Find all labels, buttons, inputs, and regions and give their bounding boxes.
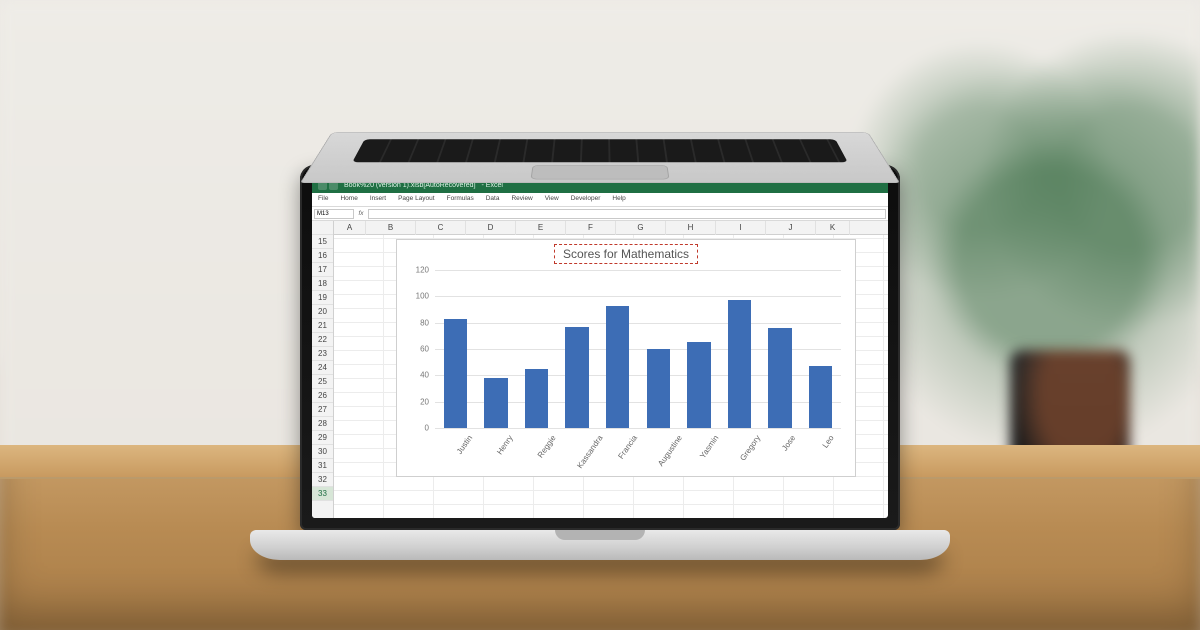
chart-title[interactable]: Scores for Mathematics [554, 244, 698, 264]
row-header-24[interactable]: 24 [312, 361, 333, 375]
ribbon-tab-view[interactable]: View [539, 193, 565, 206]
bar-jose[interactable] [768, 328, 792, 428]
laptop-lid: Book%20 (version 1).xlsb[AutoRecovered] … [300, 165, 900, 530]
ribbon-tab-data[interactable]: Data [480, 193, 506, 206]
ytick-100: 100 [416, 292, 429, 301]
col-header-C[interactable]: C [416, 221, 466, 235]
worksheet[interactable]: 15161718192021222324252627282930313233 A… [312, 221, 888, 518]
xlabel-justin: Justin [455, 434, 474, 456]
xlabel-leo: Leo [821, 434, 836, 450]
row-headers[interactable]: 15161718192021222324252627282930313233 [312, 221, 334, 518]
xlabel-yasmin: Yasmin [698, 434, 720, 461]
bar-leo[interactable] [809, 366, 833, 428]
excel-window: Book%20 (version 1).xlsb[AutoRecovered] … [312, 177, 888, 518]
name-box-value: M13 [317, 211, 329, 217]
ribbon-tab-help[interactable]: Help [606, 193, 631, 206]
row-header-27[interactable]: 27 [312, 403, 333, 417]
ribbon-tabs: FileHomeInsertPage LayoutFormulasDataRev… [312, 193, 888, 207]
formula-input[interactable] [368, 209, 886, 219]
row-header-32[interactable]: 32 [312, 473, 333, 487]
row-header-33[interactable]: 33 [312, 487, 333, 501]
bar-augustine[interactable] [647, 349, 671, 428]
col-header-H[interactable]: H [666, 221, 716, 235]
col-header-I[interactable]: I [716, 221, 766, 235]
row-header-28[interactable]: 28 [312, 417, 333, 431]
row-header-16[interactable]: 16 [312, 249, 333, 263]
plot-area[interactable] [435, 270, 841, 428]
row-header-26[interactable]: 26 [312, 389, 333, 403]
y-axis-labels: 020406080100120 [401, 270, 431, 428]
grid-area[interactable]: ABCDEFGHIJK Scores for Mathematics 0 20 40… [334, 221, 888, 518]
keyboard [352, 139, 848, 162]
laptop-base [250, 530, 950, 560]
row-header-30[interactable]: 30 [312, 445, 333, 459]
xlabel-francia: Francia [617, 434, 640, 461]
ytick-20: 20 [420, 397, 429, 406]
embedded-chart[interactable]: Scores for Mathematics 0 20 40 60 80 100 120 J… [396, 239, 856, 477]
bar-francia[interactable] [606, 306, 630, 428]
xlabel-gregory: Gregory [738, 434, 762, 463]
x-axis-labels: JustinHenryReggieKassandraFranciaAugusti… [435, 428, 841, 474]
laptop-keyboard-deck [300, 75, 900, 183]
ribbon-tab-insert[interactable]: Insert [364, 193, 392, 206]
col-header-E[interactable]: E [516, 221, 566, 235]
bar-kassandra[interactable] [565, 327, 589, 428]
formula-bar: M13 fx [312, 207, 888, 221]
row-header-29[interactable]: 29 [312, 431, 333, 445]
laptop: Book%20 (version 1).xlsb[AutoRecovered] … [250, 165, 950, 560]
row-header-25[interactable]: 25 [312, 375, 333, 389]
col-header-A[interactable]: A [334, 221, 366, 235]
bar-reggie[interactable] [525, 369, 549, 428]
bar-series [435, 270, 841, 428]
ytick-60: 60 [420, 345, 429, 354]
bar-henry[interactable] [484, 378, 508, 428]
ribbon-tab-review[interactable]: Review [505, 193, 538, 206]
bar-yasmin[interactable] [687, 342, 711, 428]
ribbon-tab-developer[interactable]: Developer [565, 193, 607, 206]
col-header-B[interactable]: B [366, 221, 416, 235]
scene-photo: Book%20 (version 1).xlsb[AutoRecovered] … [0, 0, 1200, 630]
row-header-15[interactable]: 15 [312, 235, 333, 249]
row-header-19[interactable]: 19 [312, 291, 333, 305]
ribbon-tab-formulas[interactable]: Formulas [441, 193, 480, 206]
col-header-G[interactable]: G [616, 221, 666, 235]
ytick-0: 0 [425, 424, 429, 433]
row-header-22[interactable]: 22 [312, 333, 333, 347]
bar-gregory[interactable] [728, 300, 752, 428]
row-header-21[interactable]: 21 [312, 319, 333, 333]
xlabel-jose: Jose [780, 434, 797, 453]
col-header-D[interactable]: D [466, 221, 516, 235]
trackpad [531, 165, 670, 179]
ribbon-tab-file[interactable]: File [312, 193, 334, 206]
col-header-J[interactable]: J [766, 221, 816, 235]
xlabel-henry: Henry [495, 434, 515, 457]
bar-justin[interactable] [444, 319, 468, 428]
fx-icon[interactable]: fx [356, 210, 366, 217]
col-header-K[interactable]: K [816, 221, 850, 235]
row-header-18[interactable]: 18 [312, 277, 333, 291]
row-header-31[interactable]: 31 [312, 459, 333, 473]
row-header-20[interactable]: 20 [312, 305, 333, 319]
laptop-notch [555, 530, 645, 540]
row-header-17[interactable]: 17 [312, 263, 333, 277]
ribbon-tab-home[interactable]: Home [334, 193, 363, 206]
ribbon-tab-page-layout[interactable]: Page Layout [392, 193, 441, 206]
ytick-40: 40 [420, 371, 429, 380]
ytick-120: 120 [416, 266, 429, 275]
row-header-23[interactable]: 23 [312, 347, 333, 361]
name-box[interactable]: M13 [314, 209, 354, 219]
xlabel-reggie: Reggie [536, 434, 558, 460]
ytick-80: 80 [420, 318, 429, 327]
column-headers[interactable]: ABCDEFGHIJK [334, 221, 888, 235]
col-header-F[interactable]: F [566, 221, 616, 235]
